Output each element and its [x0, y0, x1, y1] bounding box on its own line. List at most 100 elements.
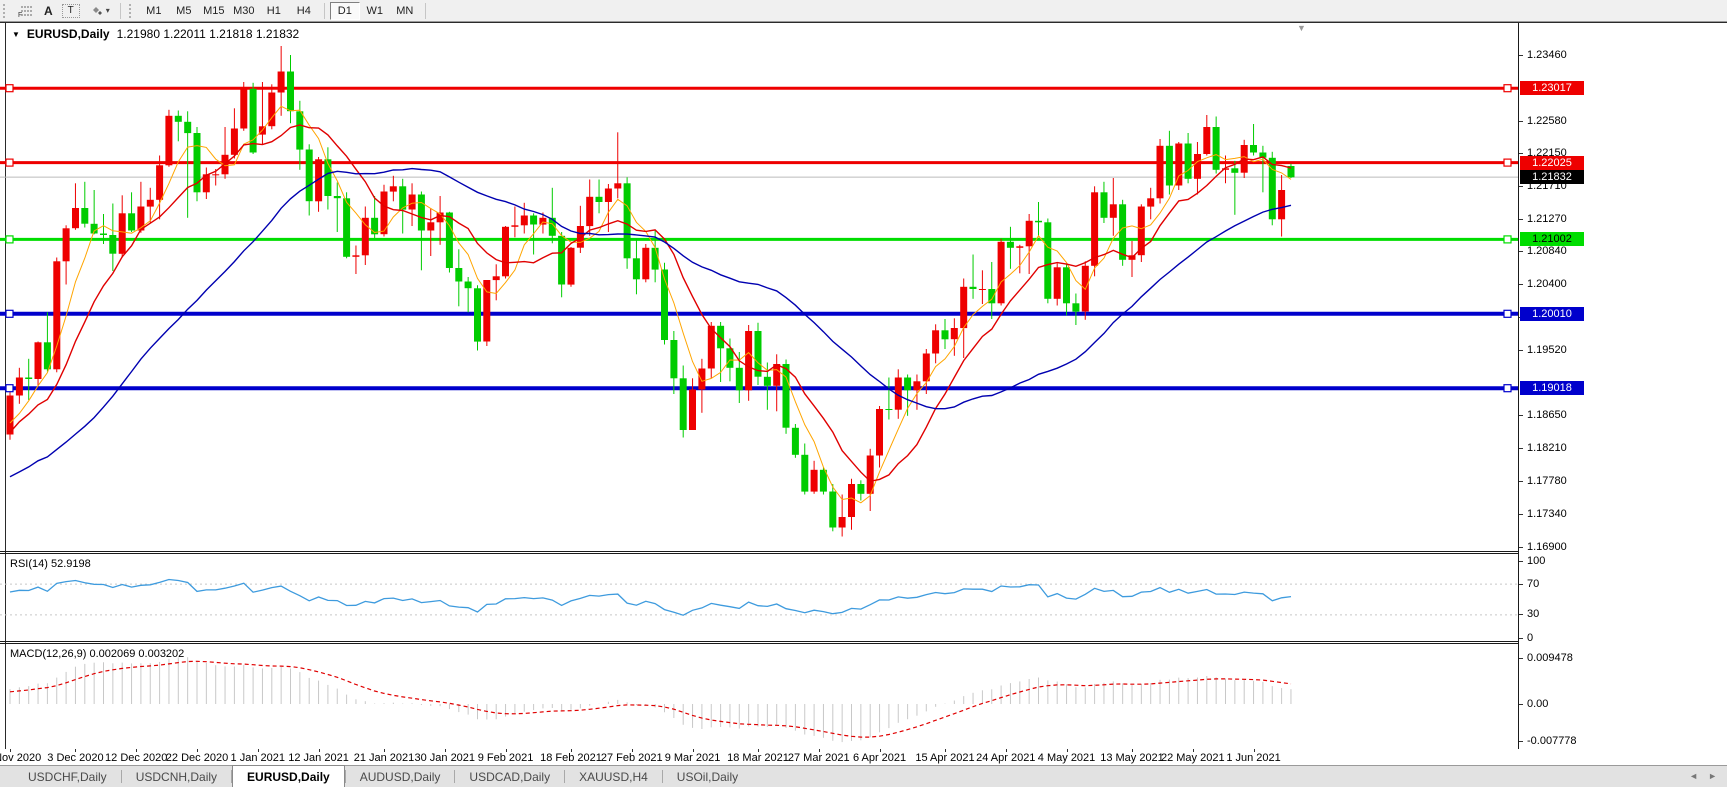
moving-average-line [10, 125, 1291, 481]
date-label: 24 Apr 2021 [976, 752, 1035, 764]
chart-shift-marker-icon[interactable]: ▼ [1297, 23, 1306, 33]
line-handle[interactable] [6, 159, 13, 166]
collapse-triangle-icon[interactable]: ▼ [12, 30, 20, 39]
toolbar-separator [324, 3, 325, 19]
candle-body [960, 287, 967, 328]
svg-text:F: F [18, 12, 22, 18]
chart-tab-usdchf[interactable]: USDCHF,Daily [14, 767, 121, 787]
line-handle[interactable] [6, 236, 13, 243]
line-handle[interactable] [6, 85, 13, 92]
macd-pane[interactable] [0, 644, 1518, 749]
candle-body [511, 225, 518, 227]
macd-indicator-label: MACD(12,26,9) 0.002069 0.003202 [10, 648, 184, 660]
candle-body [783, 364, 790, 428]
text-tool-icon[interactable]: A [39, 2, 58, 20]
candle-body [642, 248, 649, 279]
candle-body [876, 409, 883, 456]
candle-body [942, 330, 949, 339]
chart-tab-usoil[interactable]: USOil,Daily [663, 767, 752, 787]
candle-body [1147, 198, 1154, 206]
candle-body [1194, 154, 1201, 179]
candle-body [932, 330, 939, 353]
candle-body [530, 216, 537, 225]
axis-tick [1519, 481, 1523, 482]
candle-body [521, 216, 528, 226]
candle-body [708, 326, 715, 369]
toolbar-grip[interactable] [3, 4, 9, 18]
line-handle[interactable] [1504, 236, 1511, 243]
price-axis-label: 1.22580 [1527, 115, 1567, 127]
rsi-axis-label: 70 [1527, 578, 1539, 590]
pane-separator[interactable] [0, 551, 1518, 552]
candle-body [25, 378, 32, 380]
toolbar-grip[interactable] [129, 4, 135, 18]
line-handle[interactable] [1504, 385, 1511, 392]
date-label: 22 Dec 2020 [166, 752, 228, 764]
candle-body [502, 227, 509, 276]
candle-body [586, 197, 593, 226]
main-chart-pane[interactable] [0, 23, 1518, 551]
candle-body [156, 165, 163, 200]
timeframe-button-m15[interactable]: M15 [199, 2, 229, 20]
line-handle[interactable] [6, 310, 13, 317]
shapes-tool-icon[interactable]: ▾ [84, 2, 115, 20]
axis-tick [1519, 658, 1523, 659]
candle-body [231, 129, 238, 155]
label-tool-icon[interactable]: T [62, 4, 80, 18]
price-axis-label: 1.23460 [1527, 49, 1567, 61]
chart-tab-xauusd[interactable]: XAUUSD,H4 [565, 767, 662, 787]
axis-tick [1519, 153, 1523, 154]
candle-body [745, 331, 752, 390]
candle-body [764, 377, 771, 386]
chart-tab-usdcad[interactable]: USDCAD,Daily [455, 767, 564, 787]
timeframe-button-h1[interactable]: H1 [259, 2, 289, 20]
axis-tick [1519, 448, 1523, 449]
timeframe-button-d1[interactable]: D1 [330, 2, 360, 20]
candle-body [848, 484, 855, 517]
candle-body [1278, 190, 1285, 219]
candle-body [885, 409, 892, 410]
axis-tick [1519, 350, 1523, 351]
candle-body [81, 208, 88, 224]
pane-separator[interactable] [0, 641, 1518, 642]
candle-body [652, 248, 659, 270]
chart-tab-eurusd[interactable]: EURUSD,Daily [232, 765, 345, 787]
candle-body [1231, 168, 1238, 173]
moving-average-line [10, 106, 1291, 503]
rsi-pane[interactable] [0, 554, 1518, 641]
candle-body [1101, 192, 1108, 218]
candle-body [35, 342, 42, 379]
tab-scroll-right-icon[interactable]: ► [1708, 771, 1717, 781]
price-axis[interactable]: 1.234601.225801.221501.217101.212701.208… [1518, 23, 1727, 749]
candle-body [923, 354, 930, 382]
line-handle[interactable] [1504, 159, 1511, 166]
candle-body [343, 198, 350, 256]
timeframe-button-h4[interactable]: H4 [289, 2, 319, 20]
timeframe-button-w1[interactable]: W1 [360, 2, 390, 20]
tab-scroll-arrows: ◄ ► [1689, 771, 1717, 781]
candle-body [390, 186, 397, 191]
timeframe-button-m5[interactable]: M5 [169, 2, 199, 20]
candle-body [904, 378, 911, 391]
price-axis-label: 1.19520 [1527, 344, 1567, 356]
timeframe-button-mn[interactable]: MN [390, 2, 420, 20]
price-axis-label: 1.21270 [1527, 213, 1567, 225]
candle-body [455, 268, 462, 282]
time-axis[interactable]: 24 Nov 20203 Dec 202012 Dec 202022 Dec 2… [0, 749, 1727, 766]
candle-body [670, 340, 677, 378]
timeframe-button-m1[interactable]: M1 [139, 2, 169, 20]
candle-body [1213, 127, 1220, 170]
line-handle[interactable] [1504, 310, 1511, 317]
candle-body [829, 492, 836, 528]
fibonacci-icon[interactable]: F [13, 2, 39, 20]
rsi-line [10, 580, 1291, 616]
timeframe-button-m30[interactable]: M30 [229, 2, 259, 20]
candle-body [568, 248, 575, 285]
chart-tab-audusd[interactable]: AUDUSD,Daily [346, 767, 455, 787]
candle-body [614, 183, 621, 188]
chart-tab-usdcnh[interactable]: USDCNH,Daily [122, 767, 231, 787]
date-label: 9 Feb 2021 [478, 752, 534, 764]
line-handle[interactable] [1504, 85, 1511, 92]
line-handle[interactable] [6, 385, 13, 392]
tab-scroll-left-icon[interactable]: ◄ [1689, 771, 1698, 781]
